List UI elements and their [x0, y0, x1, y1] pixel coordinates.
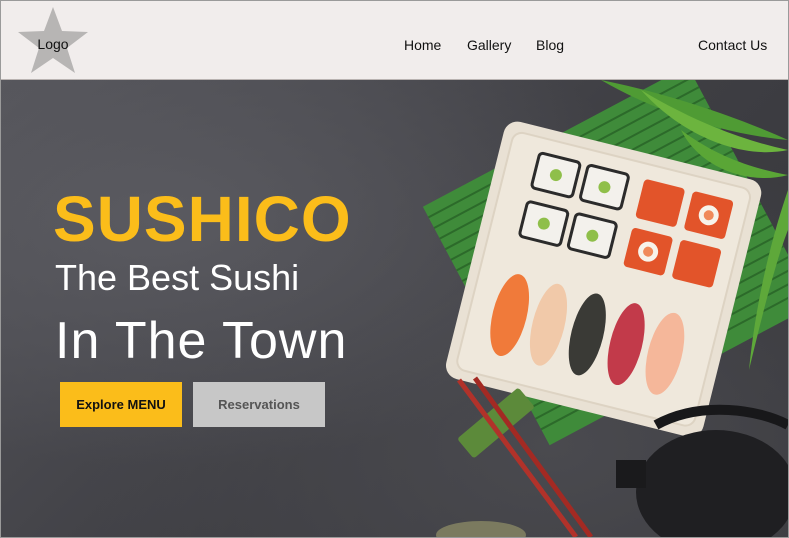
reservations-button[interactable]: Reservations — [193, 382, 325, 427]
hero-tagline-line2: In The Town — [55, 312, 348, 370]
hero-tagline-line1: The Best Sushi — [55, 257, 300, 298]
nav-home-link[interactable]: Home — [404, 37, 441, 53]
nav-blog-link[interactable]: Blog — [536, 37, 564, 53]
logo-label: Logo — [37, 36, 69, 52]
nav-contact-link[interactable]: Contact Us — [698, 37, 767, 53]
sushi-hero-image — [422, 80, 788, 537]
hero-section: SUSHICO The Best Sushi In The Town Explo… — [1, 80, 788, 537]
brand-title: SUSHICO — [53, 183, 352, 255]
explore-menu-button[interactable]: Explore MENU — [60, 382, 182, 427]
page-frame: Logo Home Gallery Blog Contact Us SUSHIC… — [0, 0, 789, 538]
site-header: Logo Home Gallery Blog Contact Us — [1, 1, 788, 80]
logo[interactable]: Logo — [15, 5, 91, 75]
nav-gallery-link[interactable]: Gallery — [467, 37, 511, 53]
